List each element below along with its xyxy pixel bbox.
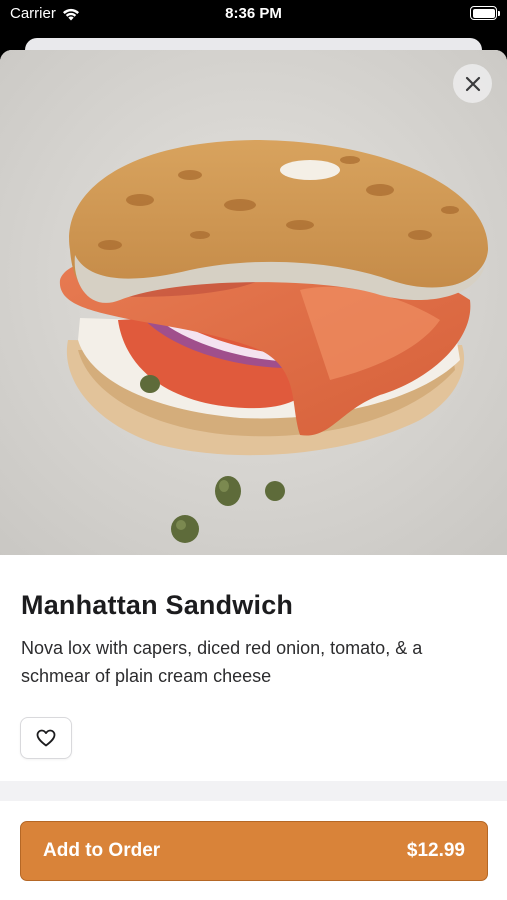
item-info: Manhattan Sandwich Nova lox with capers,… bbox=[0, 555, 507, 781]
item-price: $12.99 bbox=[406, 840, 465, 861]
heart-icon bbox=[36, 729, 56, 747]
item-description: Nova lox with capers, diced red onion, t… bbox=[21, 638, 423, 686]
item-detail-sheet: Manhattan Sandwich Nova lox with capers,… bbox=[0, 50, 507, 900]
section-divider bbox=[0, 781, 507, 801]
add-to-order-label: Add to Order bbox=[43, 840, 161, 861]
status-bar: Carrier 8:36 PM bbox=[0, 0, 507, 30]
item-photo bbox=[0, 50, 507, 555]
close-icon bbox=[465, 76, 480, 91]
status-time: 8:36 PM bbox=[225, 5, 282, 22]
favorite-button[interactable] bbox=[20, 717, 72, 759]
battery-icon bbox=[470, 6, 500, 20]
bagel-lox-sandwich-photo bbox=[0, 50, 507, 555]
add-to-order-button[interactable]: Add to Order $12.99 bbox=[20, 821, 488, 881]
item-title: Manhattan Sandwich bbox=[21, 590, 294, 620]
close-button[interactable] bbox=[453, 64, 492, 103]
order-footer: Add to Order $12.99 bbox=[0, 801, 507, 900]
